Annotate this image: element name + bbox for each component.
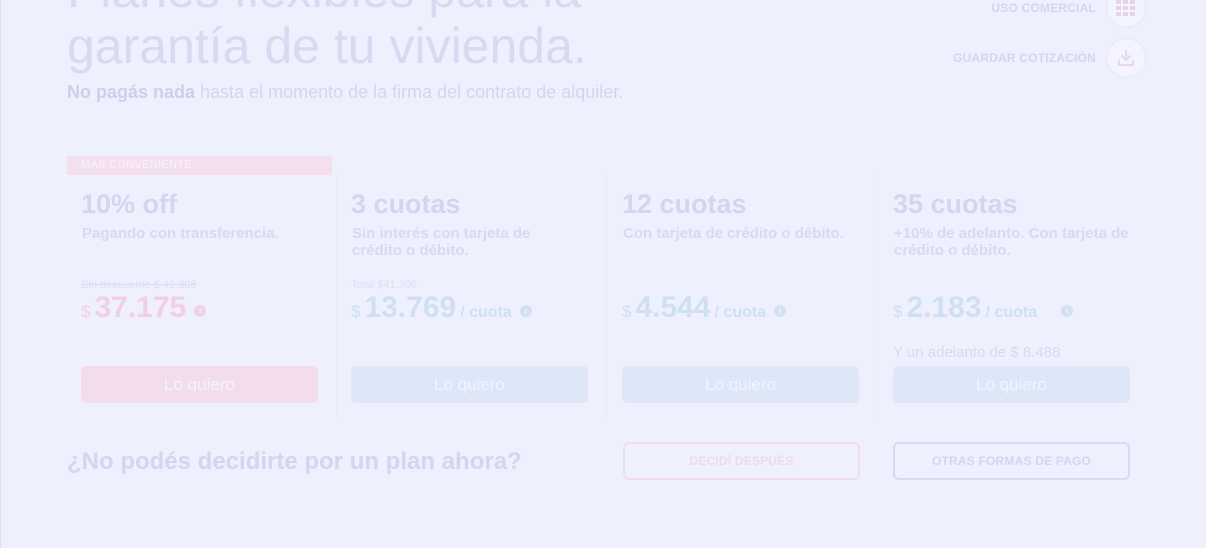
info-icon[interactable]: i (519, 305, 532, 317)
price-currency: $ (351, 302, 361, 321)
plan-card-12-cuotas: 12 cuotas Con tarjeta de crédito o débit… (608, 175, 878, 420)
plan-total: Total $41.306 (351, 279, 418, 291)
select-plan-button[interactable]: Lo quiero (622, 366, 859, 403)
undecided-question: ¿No podés decidirte por un plan ahora? (67, 448, 522, 475)
select-plan-button[interactable]: Lo quiero (351, 366, 588, 403)
page-title: Planes flexibles para la garantía de tu … (67, 0, 587, 74)
plan-description: +10% de adelanto. Con tarjeta de crédito… (894, 225, 1129, 259)
info-icon[interactable]: i (774, 305, 787, 317)
page-title-line2: garantía de tu vivienda. (67, 18, 587, 74)
decide-later-button[interactable]: DECIDÍ DESPUÉS (623, 442, 860, 480)
price-amount: 2.183 (906, 291, 982, 324)
plan-card-35-cuotas: 35 cuotas +10% de adelanto. Con tarjeta … (879, 175, 1143, 420)
other-payment-methods-button[interactable]: OTRAS FORMAS DE PAGO (893, 442, 1130, 480)
building-icon (1106, 0, 1146, 28)
plans-section: MÁS CONVENIENTE 10% off Pagando con tran… (67, 156, 1143, 420)
price-amount: 4.544 (635, 291, 711, 324)
price-period: / cuota (714, 304, 767, 321)
price-period: / cuota (985, 304, 1038, 321)
subtitle-bold: No pagás nada (67, 82, 196, 102)
plan-price: $ 37.175 i (81, 291, 207, 325)
commercial-use-link[interactable]: USO COMERCIAL (991, 0, 1146, 28)
price-currency: $ (893, 302, 903, 321)
subtitle-rest: hasta el momento de la firma del contrat… (195, 82, 624, 102)
plan-card-10off: 10% off Pagando con transferencia. Sin d… (67, 175, 337, 420)
plan-original-price: Sin descuento $ 41.306 (81, 279, 197, 291)
plan-card-3-cuotas: 3 cuotas Sin interés con tarjeta de créd… (337, 175, 607, 420)
select-plan-button[interactable]: Lo quiero (81, 366, 318, 403)
plan-down-payment: Y un adelanto de $ 8.488 (893, 344, 1061, 361)
plan-title: 3 cuotas (351, 189, 461, 219)
plan-price: $ 13.769 / cuota i (351, 291, 532, 325)
plan-description: Pagando con transferencia. (82, 225, 279, 242)
select-plan-button[interactable]: Lo quiero (893, 366, 1130, 403)
plan-price: $ 2.183 / cuota i (893, 291, 1074, 325)
info-icon[interactable]: i (1061, 305, 1074, 317)
download-icon (1106, 38, 1146, 78)
page-subtitle: No pagás nada hasta el momento de la fir… (67, 82, 623, 103)
price-amount: 37.175 (94, 291, 187, 324)
price-amount: 13.769 (364, 291, 457, 324)
plan-description: Con tarjeta de crédito o débito. (623, 225, 844, 242)
plan-price: $ 4.544 / cuota i (622, 291, 787, 325)
price-currency: $ (622, 302, 632, 321)
save-quote-button[interactable]: GUARDAR COTIZACIÓN (953, 38, 1146, 78)
save-quote-label: GUARDAR COTIZACIÓN (953, 51, 1096, 65)
commercial-use-label: USO COMERCIAL (991, 1, 1096, 15)
most-convenient-badge: MÁS CONVENIENTE (67, 156, 332, 175)
page-title-line1: Planes flexibles para la (67, 0, 587, 18)
plan-description: Sin interés con tarjeta de crédito o déb… (352, 225, 531, 259)
price-period: / cuota (460, 304, 512, 321)
info-icon[interactable]: i (194, 305, 207, 317)
plan-title: 10% off (81, 189, 178, 219)
plan-title: 35 cuotas (893, 189, 1018, 219)
price-currency: $ (81, 302, 91, 321)
plan-title: 12 cuotas (622, 189, 747, 219)
